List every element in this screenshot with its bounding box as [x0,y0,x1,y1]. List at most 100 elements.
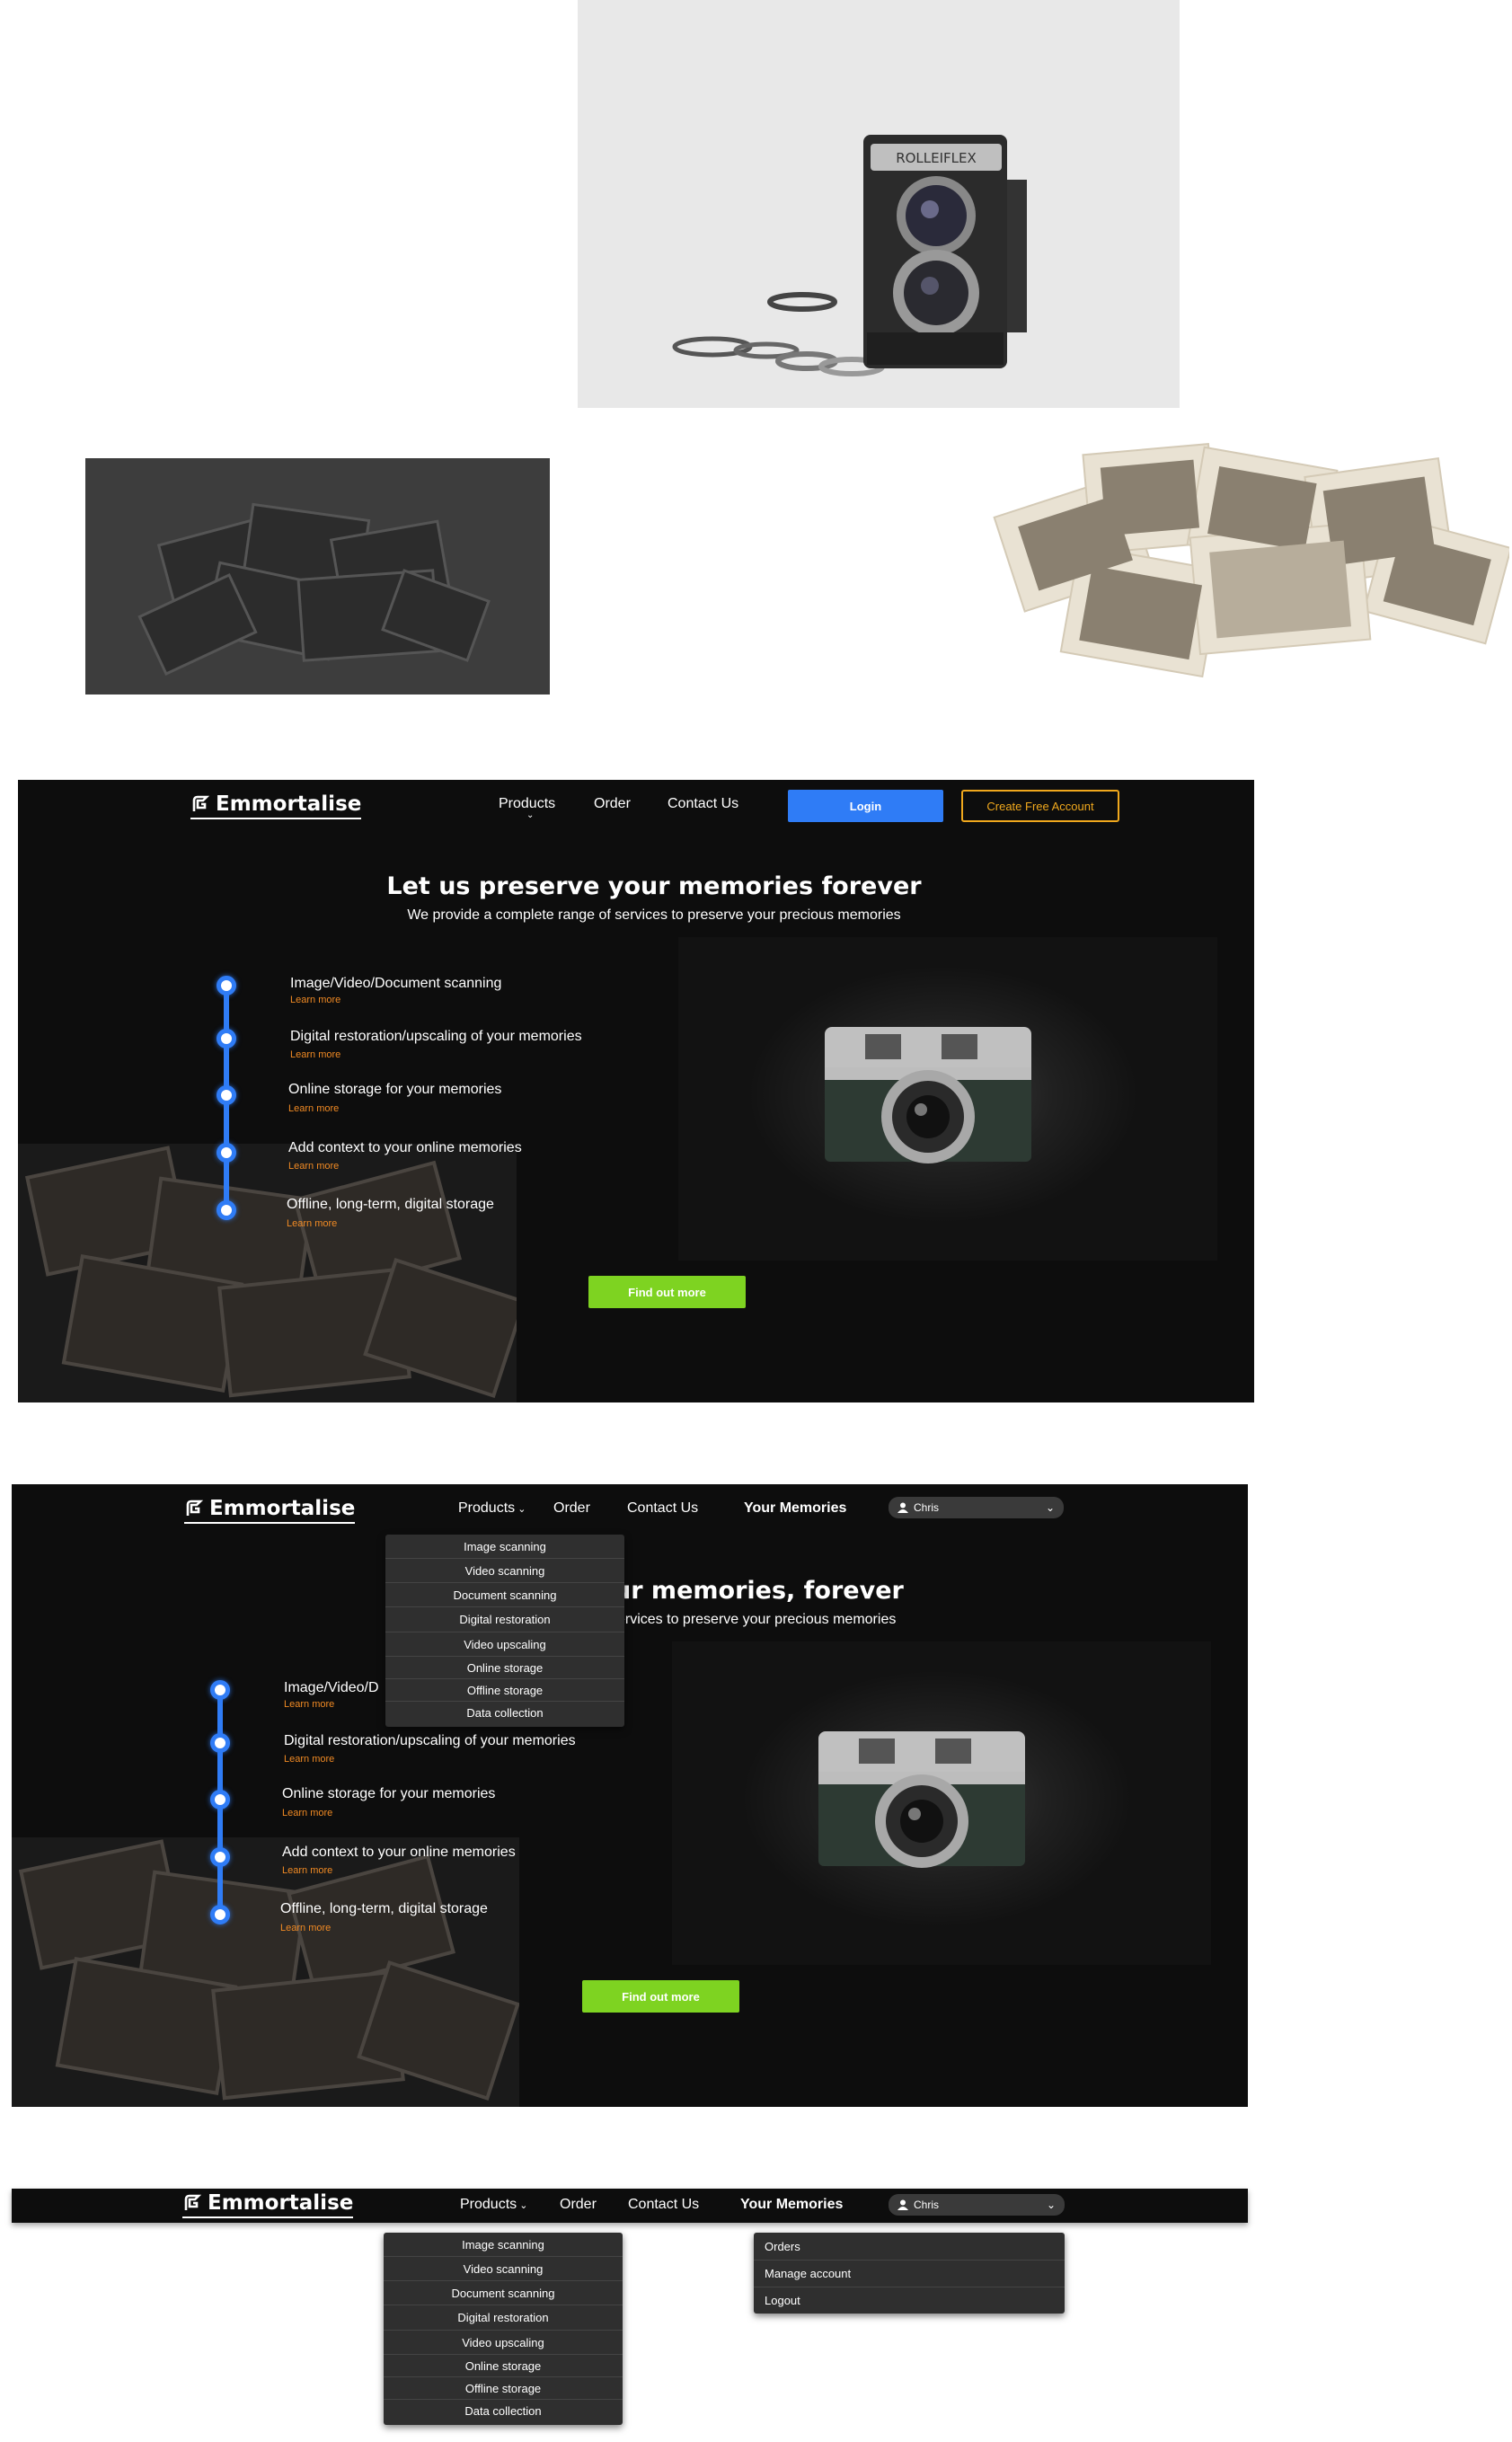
camera-brand-text: ROLLEIFLEX [896,150,977,166]
hero-subtitle: ervices to preserve your precious memori… [617,1612,897,1627]
user-icon [897,1502,908,1513]
nav-products[interactable]: Products ⌄ [460,2197,527,2213]
brand-logo[interactable]: Emmortalise [184,1497,356,1524]
menu-item-manage-account[interactable]: Manage account [754,2261,1065,2287]
nav-products[interactable]: Products ⌄ [458,1500,526,1517]
login-button[interactable]: Login [788,790,943,822]
menu-item-image-scanning[interactable]: Image scanning [384,2233,623,2257]
user-menu-toggle[interactable]: Chris ⌄ [889,1497,1064,1518]
service-label: Digital restoration/upscaling of your me… [290,1029,582,1044]
menu-item-video-scanning[interactable]: Video scanning [385,1559,624,1583]
menu-item-online-storage[interactable]: Online storage [385,1657,624,1679]
menu-item-digital-restoration[interactable]: Digital restoration [384,2305,623,2331]
nav-contact[interactable]: Contact Us [668,796,738,812]
service-label: Offline, long-term, digital storage [280,1901,488,1916]
menu-item-orders[interactable]: Orders [754,2233,1065,2261]
nav-order[interactable]: Order [553,1500,590,1517]
learn-more-link[interactable]: Learn more [287,1218,337,1229]
menu-item-video-upscaling[interactable]: Video upscaling [384,2331,623,2355]
nav-contact[interactable]: Contact Us [628,2197,699,2213]
chevron-down-icon: ⌄ [1045,1501,1055,1514]
logo-icon [184,2194,202,2210]
menu-item-logout[interactable]: Logout [754,2287,1065,2314]
learn-more-link[interactable]: Learn more [290,1049,340,1060]
user-icon [897,2199,908,2210]
service-label: Digital restoration/upscaling of your me… [284,1733,576,1748]
timeline-dot [217,1143,236,1163]
user-name: Chris [914,2199,940,2211]
learn-more-link[interactable]: Learn more [280,1923,331,1933]
timeline-dot [210,1790,230,1809]
nav-products-label: Products [458,1500,516,1516]
menu-item-online-storage[interactable]: Online storage [384,2355,623,2377]
menu-item-offline-storage[interactable]: Offline storage [385,1679,624,1702]
menu-item-digital-restoration[interactable]: Digital restoration [385,1607,624,1632]
hero-title: Let us preserve your memories forever [386,872,922,900]
products-dropdown: Image scanning Video scanning Document s… [385,1535,624,1727]
rolleiflex-camera-image: ROLLEIFLEX [578,0,1180,408]
products-dropdown: Image scanning Video scanning Document s… [384,2233,623,2425]
nav-products-label: Products [499,796,556,811]
timeline-dot [210,1847,230,1867]
rangefinder-camera-image [818,1731,1025,1868]
brand-name: Emmortalise [208,2191,354,2215]
menu-item-document-scanning[interactable]: Document scanning [384,2281,623,2305]
learn-more-link[interactable]: Learn more [282,1865,332,1876]
chevron-down-icon: ⌄ [1046,2199,1056,2211]
timeline-dot [217,976,236,995]
user-dropdown: Orders Manage account Logout [754,2233,1065,2314]
learn-more-link[interactable]: Learn more [282,1808,332,1818]
homepage-logged-in-products-open: Emmortalise Products ⌄ Order Contact Us … [12,1484,1248,2107]
menu-item-image-scanning[interactable]: Image scanning [385,1535,624,1559]
hero-title: ur memories, forever [614,1577,904,1605]
timeline-dot [210,1905,230,1924]
learn-more-link[interactable]: Learn more [284,1754,334,1765]
user-name: Chris [914,1501,940,1514]
background-photo-pile [18,1144,517,1402]
service-label: Add context to your online memories [282,1845,516,1860]
hero-subtitle: We provide a complete range of services … [407,907,901,923]
service-label: Online storage for your memories [282,1786,496,1801]
chevron-down-icon: ⌄ [515,1504,526,1515]
timeline-dot [210,1733,230,1753]
chevron-down-icon: ⌄ [526,810,535,820]
menu-item-data-collection[interactable]: Data collection [385,1702,624,1725]
dark-photo-pile-image [85,458,550,695]
nav-order[interactable]: Order [594,796,631,812]
chevron-down-icon: ⌄ [517,2200,528,2211]
service-label: Offline, long-term, digital storage [287,1197,494,1212]
menu-item-video-scanning[interactable]: Video scanning [384,2257,623,2281]
find-out-more-button[interactable]: Find out more [582,1980,739,2013]
learn-more-link[interactable]: Learn more [288,1161,339,1172]
menu-item-document-scanning[interactable]: Document scanning [385,1583,624,1607]
learn-more-link[interactable]: Learn more [290,995,340,1005]
menu-item-offline-storage[interactable]: Offline storage [384,2377,623,2400]
menu-item-data-collection[interactable]: Data collection [384,2400,623,2423]
nav-your-memories[interactable]: Your Memories [744,1500,846,1517]
nav-contact[interactable]: Contact Us [627,1500,698,1517]
service-label: Image/Video/D [284,1680,379,1695]
learn-more-link[interactable]: Learn more [288,1103,339,1114]
rangefinder-camera-image [825,1027,1031,1163]
vintage-photo-pile-image [988,422,1512,692]
homepage-logged-out: Emmortalise Products ⌄ Order Contact Us … [18,780,1254,1402]
brand-name: Emmortalise [216,792,362,816]
service-label: Online storage for your memories [288,1082,502,1097]
user-menu-toggle[interactable]: Chris ⌄ [889,2194,1065,2216]
service-label: Add context to your online memories [288,1140,522,1155]
logo-icon [192,795,210,811]
timeline-dot [210,1680,230,1700]
menu-item-video-upscaling[interactable]: Video upscaling [385,1632,624,1657]
nav-order[interactable]: Order [560,2197,597,2213]
find-out-more-button[interactable]: Find out more [588,1276,746,1308]
service-label: Image/Video/Document scanning [290,976,502,991]
nav-products-label: Products [460,2197,517,2212]
learn-more-link[interactable]: Learn more [284,1699,334,1710]
create-account-button[interactable]: Create Free Account [961,790,1119,822]
brand-logo[interactable]: Emmortalise [190,792,362,819]
nav-your-memories[interactable]: Your Memories [740,2197,843,2213]
brand-logo[interactable]: Emmortalise [182,2191,354,2218]
timeline-dot [217,1200,236,1220]
navbar-both-menus-open: Emmortalise Products ⌄ Order Contact Us … [12,2189,1248,2223]
logo-icon [186,1500,204,1516]
